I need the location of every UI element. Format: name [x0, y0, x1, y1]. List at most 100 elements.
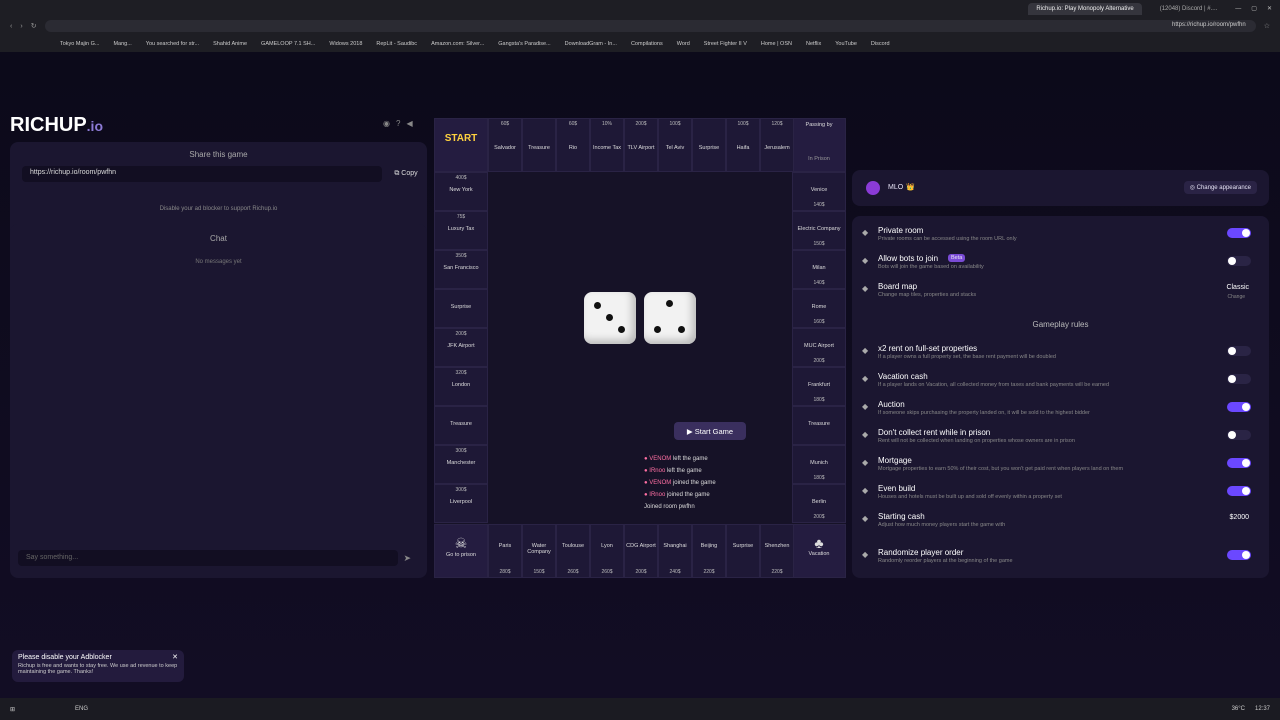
tile-name: Jerusalem — [764, 145, 790, 151]
bookmark-item[interactable]: GAMELOOP 7.1 SH... — [261, 41, 315, 47]
board-tile[interactable]: 200$ JFK Airport — [434, 328, 488, 367]
setting-toggle[interactable] — [1227, 430, 1251, 440]
setting-title: x2 rent on full-set properties — [878, 344, 978, 353]
logo[interactable]: RICHUP.io — [10, 114, 103, 137]
board-tile[interactable]: 240$ Shanghai — [658, 524, 692, 578]
board-tile[interactable]: 200$ CDG Airport — [624, 524, 658, 578]
tile-name: Treasure — [808, 421, 830, 427]
forward-icon[interactable]: › — [20, 23, 22, 30]
bookmark-item[interactable]: YouTube — [835, 41, 857, 47]
bookmark-item[interactable]: Mang... — [113, 41, 131, 47]
windows-icon[interactable]: ⊞ — [10, 706, 15, 713]
reload-icon[interactable]: ↻ — [31, 22, 37, 30]
board-tile[interactable]: 350$ San Francisco — [434, 250, 488, 289]
send-icon[interactable]: ➤ — [403, 553, 411, 564]
bookmark-item[interactable]: Discord — [871, 41, 890, 47]
bookmark-item[interactable]: Tokyo Majin G... — [60, 41, 99, 47]
bookmark-item[interactable]: You searched for str... — [146, 41, 199, 47]
board-tile[interactable]: 150$ Electric Company — [792, 211, 846, 250]
bookmark-item[interactable]: Street Fighter II V — [704, 41, 747, 47]
board-tile[interactable]: Treasure — [434, 406, 488, 445]
board-tile[interactable]: 300$ Liverpool — [434, 484, 488, 523]
game-board: START Passing by In Prison ☠ Go to priso… — [434, 118, 846, 578]
toast-close-icon[interactable]: ✕ — [172, 653, 178, 661]
change-appearance-button[interactable]: ◎ Change appearance — [1183, 181, 1257, 194]
board-tile[interactable]: 75$ Luxury Tax — [434, 211, 488, 250]
setting-change-link[interactable]: Change — [1227, 294, 1245, 300]
tile-name: Electric Company — [797, 226, 841, 232]
board-tile[interactable]: Treasure — [792, 406, 846, 445]
start-game-button[interactable]: ▶ Start Game — [674, 422, 746, 440]
board-tile[interactable]: 140$ Milan — [792, 250, 846, 289]
setting-title: Allow bots to join — [878, 254, 939, 263]
tile-name: Beijing — [700, 543, 718, 549]
board-tile[interactable]: 280$ Paris — [488, 524, 522, 578]
chat-input[interactable]: Say something... — [18, 550, 398, 566]
tab-discord[interactable]: (12048) Discord | #.... — [1152, 3, 1226, 15]
board-tile[interactable]: 100$ Haifa — [726, 118, 760, 172]
board-tile[interactable]: 10% Income Tax — [590, 118, 624, 172]
setting-icon: ◆ — [862, 514, 869, 523]
setting-toggle[interactable] — [1227, 228, 1251, 238]
setting-toggle[interactable] — [1227, 256, 1251, 266]
setting-value-dropdown[interactable]: Classic — [1226, 284, 1249, 291]
setting-description: Mortgage properties to earn 50% of their… — [878, 466, 1124, 472]
copy-button[interactable]: ⧉ Copy — [388, 166, 424, 182]
setting-value-dropdown[interactable]: $2000 — [1230, 514, 1249, 521]
bookmark-item[interactable]: Gangsta's Paradise... — [498, 41, 550, 47]
toast-body: Richup is free and wants to stay free. W… — [18, 663, 178, 675]
board-tile[interactable]: 320$ London — [434, 367, 488, 406]
board-tile[interactable]: 100$ Tel Aviv — [658, 118, 692, 172]
board-tile[interactable]: 200$ TLV Airport — [624, 118, 658, 172]
bookmark-item[interactable]: Compilations — [631, 41, 663, 47]
setting-toggle[interactable] — [1227, 486, 1251, 496]
bookmark-item[interactable]: Word — [677, 41, 690, 47]
board-tile[interactable]: 60$ Salvador — [488, 118, 522, 172]
help-icon[interactable]: ? — [396, 119, 400, 128]
tab-richup[interactable]: Richup.io: Play Monopoly Alternative — [1028, 2, 1142, 15]
bookmark-item[interactable]: Netflix — [806, 41, 821, 47]
setting-toggle[interactable] — [1227, 374, 1251, 384]
address-bar[interactable]: https://richup.io/room/pwfhn — [44, 20, 1256, 32]
board-tile[interactable]: 200$ Berlin — [792, 484, 846, 523]
bookmark-item[interactable]: DownloadGram - In... — [565, 41, 617, 47]
board-tile[interactable]: 260$ Toulouse — [556, 524, 590, 578]
bookmark-item[interactable]: Home | OSN — [761, 41, 792, 47]
board-tile[interactable]: 220$ Shenzhen — [760, 524, 794, 578]
sound-icon[interactable]: ◀ — [406, 119, 412, 128]
bookmark-item[interactable]: Shahid Anime — [213, 41, 247, 47]
board-tile[interactable]: 60$ Rio — [556, 118, 590, 172]
tile-name: Surprise — [732, 543, 754, 549]
board-tile[interactable]: Surprise — [434, 289, 488, 328]
setting-toggle[interactable] — [1227, 346, 1251, 356]
board-tile[interactable]: 140$ Venice — [792, 172, 846, 211]
board-tile[interactable]: 180$ Frankfurt — [792, 367, 846, 406]
board-tile[interactable]: 150$ Water Company — [522, 524, 556, 578]
bookmark-item[interactable]: Amazon.com: Silver... — [431, 41, 484, 47]
board-tile[interactable]: 220$ Beijing — [692, 524, 726, 578]
board-tile[interactable]: 180$ Munich — [792, 445, 846, 484]
bookmark-item[interactable]: Widows 2018 — [329, 41, 362, 47]
board-tile[interactable]: 160$ Rome — [792, 289, 846, 328]
setting-toggle[interactable] — [1227, 550, 1251, 560]
setting-description: If a player owns a full property set, th… — [878, 354, 1056, 360]
board-tile[interactable]: 400$ New York — [434, 172, 488, 211]
board-tile[interactable]: Surprise — [726, 524, 760, 578]
board-tile[interactable]: Surprise — [692, 118, 726, 172]
setting-description: Private rooms can be accessed using the … — [878, 236, 1017, 242]
close-icon[interactable]: ✕ — [1267, 5, 1272, 12]
maximize-icon[interactable]: ▢ — [1251, 5, 1257, 12]
bookmark-item[interactable]: RepLit - Saudibc — [376, 41, 417, 47]
room-url-field[interactable]: https://richup.io/room/pwfhn — [22, 166, 382, 182]
board-tile[interactable]: 260$ Lyon — [590, 524, 624, 578]
board-tile[interactable]: 200$ MUC Airport — [792, 328, 846, 367]
setting-toggle[interactable] — [1227, 458, 1251, 468]
minimize-icon[interactable]: — — [1235, 6, 1241, 12]
discord-icon[interactable]: ◉ — [383, 119, 390, 128]
board-tile[interactable]: 120$ Jerusalem — [760, 118, 794, 172]
star-icon[interactable]: ☆ — [1264, 22, 1270, 30]
setting-toggle[interactable] — [1227, 402, 1251, 412]
board-tile[interactable]: 300$ Manchester — [434, 445, 488, 484]
back-icon[interactable]: ‹ — [10, 23, 12, 30]
board-tile[interactable]: Treasure — [522, 118, 556, 172]
